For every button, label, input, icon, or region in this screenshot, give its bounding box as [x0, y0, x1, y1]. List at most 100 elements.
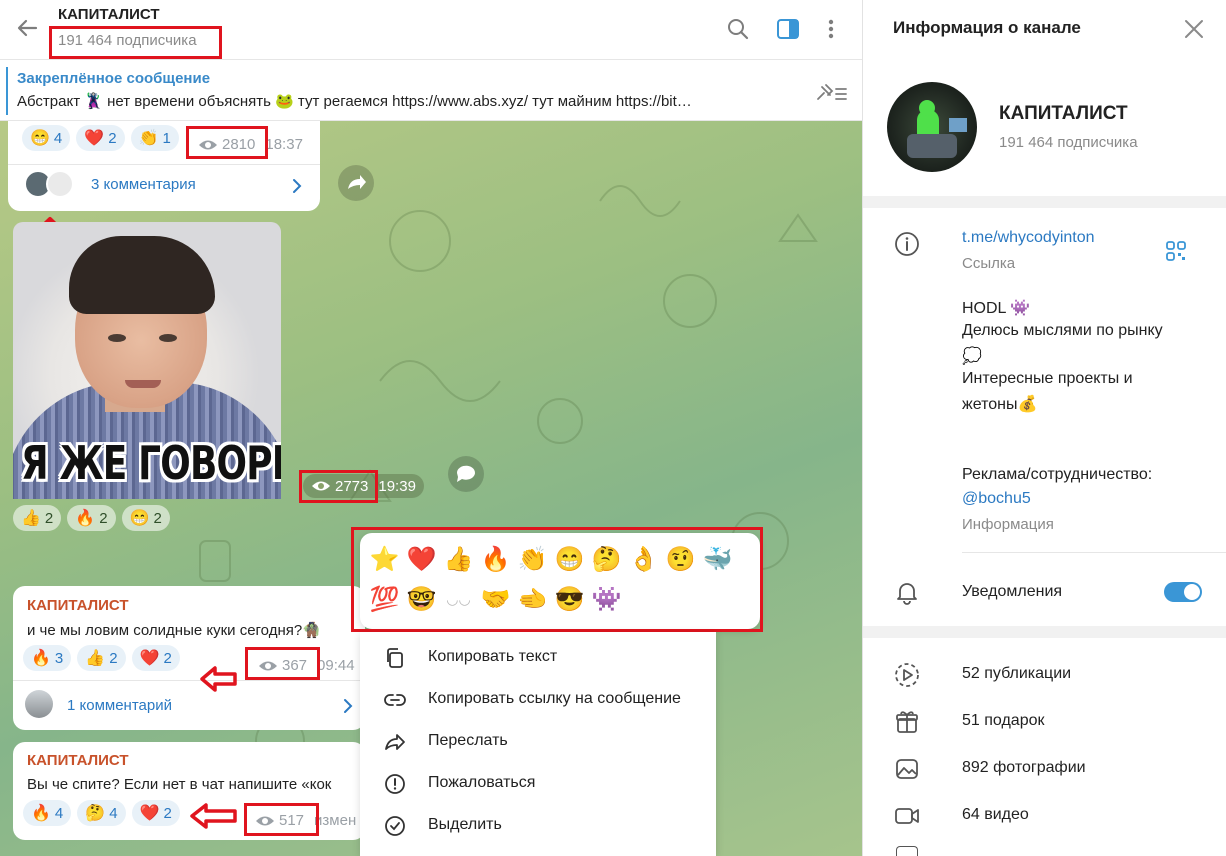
reaction-emoji: 🔥	[31, 650, 51, 667]
reaction-chip[interactable]: 🔥 2	[67, 505, 116, 531]
reactions-row: 😁 4 ❤️ 2 👏 1	[22, 125, 185, 151]
reaction-count: 4	[53, 129, 63, 147]
reaction-emoji: 👍	[85, 650, 106, 667]
message-sender[interactable]: КАПИТАЛИСТ	[27, 752, 129, 769]
reactions-row: 🔥 4 🤔 4 ❤️ 2	[23, 800, 186, 826]
reaction-emoji: ❤️	[139, 805, 160, 822]
highlight-box	[186, 126, 268, 159]
sticker[interactable]: Я ЖЕ ГОВОРИЛ	[13, 222, 281, 499]
message-bubble[interactable]: 😁 4 ❤️ 2 👏 1 2810 18:37 3 комментария	[8, 121, 320, 211]
chat-title[interactable]: КАПИТАЛИСТ	[58, 6, 160, 23]
description-line: HODL 👾	[962, 300, 1031, 317]
reaction-chip[interactable]: 🤔 4	[77, 800, 126, 826]
reaction-count: 2	[108, 129, 117, 147]
chevron-right-icon[interactable]	[341, 697, 355, 715]
menu-item-select[interactable]: Выделить	[360, 806, 716, 848]
reaction-emoji: 🤔	[85, 805, 106, 822]
menu-item-copy-link[interactable]: Копировать ссылку на сообщение	[360, 680, 716, 722]
menu-item-copy-text[interactable]: Копировать текст	[360, 638, 716, 680]
stat-videos[interactable]: 64 видео	[962, 806, 1029, 824]
share-icon	[348, 175, 366, 189]
section-separator	[863, 626, 1226, 638]
channel-subscribers: 191 464 подписчика	[999, 134, 1138, 151]
search-icon[interactable]	[725, 16, 751, 42]
menu-item-forward[interactable]: Переслать	[360, 722, 716, 764]
sticker-eye	[108, 334, 126, 342]
message-time: 09:44	[317, 657, 355, 674]
reaction-count: 2	[153, 509, 162, 527]
highlight-box	[245, 647, 320, 680]
annotation-arrow-left-icon	[190, 803, 237, 829]
sticker-mouth	[125, 380, 161, 388]
publications-icon	[895, 663, 919, 687]
reaction-count: 2	[109, 649, 118, 667]
stat-photos[interactable]: 892 фотографии	[962, 759, 1086, 777]
reaction-chip[interactable]: ❤️ 2	[76, 125, 125, 151]
stat-publications[interactable]: 52 публикации	[962, 665, 1071, 683]
avatar	[25, 690, 53, 718]
reaction-chip[interactable]: 😁 4	[22, 125, 71, 151]
reaction-count: 4	[109, 804, 118, 822]
report-icon	[385, 774, 405, 794]
channel-link[interactable]: t.me/whycodyinton	[962, 229, 1095, 247]
description-label: Информация	[962, 516, 1054, 533]
stat-gifts[interactable]: 51 подарок	[962, 712, 1044, 730]
reaction-count: 4	[54, 804, 64, 822]
avatar-screen	[949, 118, 967, 132]
description-line: Делюсь мыслями по рынку	[962, 322, 1163, 339]
sticker-caption: Я ЖЕ ГОВОРИЛ	[21, 436, 281, 490]
pinned-indicator	[6, 67, 8, 115]
photo-icon	[896, 759, 918, 779]
menu-item-label: Пожаловаться	[428, 774, 536, 791]
reaction-chip[interactable]: 🔥 4	[23, 800, 72, 826]
reaction-count: 2	[163, 804, 172, 822]
video-icon	[895, 808, 919, 824]
reaction-chip[interactable]: 👍 2	[13, 505, 62, 531]
reactions-row: 🔥 3 👍 2 ❤️ 2	[23, 645, 186, 671]
comment-button[interactable]	[448, 456, 484, 492]
reaction-emoji: ❤️	[139, 650, 160, 667]
comments-link[interactable]: 1 комментарий	[67, 697, 172, 714]
reaction-chip[interactable]: 👍 2	[77, 645, 126, 671]
notifications-toggle[interactable]	[1164, 582, 1202, 602]
chevron-right-icon[interactable]	[290, 177, 304, 195]
reaction-chip[interactable]: ❤️ 2	[131, 645, 180, 671]
description-line: жетоны💰	[962, 396, 1038, 413]
avatar-seat	[907, 134, 957, 158]
reaction-emoji: 🔥	[31, 805, 51, 822]
section-divider	[962, 552, 1226, 553]
channel-name: КАПИТАЛИСТ	[999, 103, 1128, 124]
pinned-list-icon[interactable]	[814, 81, 848, 105]
reaction-chip[interactable]: ❤️ 2	[131, 800, 180, 826]
qr-code-icon[interactable]	[1164, 239, 1188, 263]
chat-header: КАПИТАЛИСТ 191 464 подписчика	[0, 0, 862, 60]
description-line: 💭	[962, 348, 982, 365]
commenter-avatars	[24, 170, 80, 200]
pinned-text: Абстракт 🦹 нет времени объяснять 🐸 тут р…	[17, 93, 692, 110]
description-link[interactable]: @bochu5	[962, 490, 1031, 508]
comments-link[interactable]: 3 комментария	[91, 176, 196, 193]
more-icon[interactable]	[818, 16, 844, 42]
message-text: и че мы ловим солидные куки сегодня?🧌	[27, 622, 321, 639]
avatar	[46, 170, 74, 198]
section-separator	[863, 196, 1226, 208]
reaction-chip[interactable]: 👏 1	[130, 125, 179, 151]
chat-column: КАПИТАЛИСТ 191 464 подписчика Закреплённ…	[0, 0, 862, 856]
notifications-label: Уведомления	[962, 583, 1063, 600]
message-time: измен	[314, 812, 357, 829]
close-icon[interactable]	[1181, 16, 1207, 42]
back-arrow-icon[interactable]	[14, 14, 42, 42]
sticker-hair	[69, 236, 215, 314]
share-button[interactable]	[338, 165, 374, 201]
channel-avatar[interactable]	[887, 82, 977, 172]
reaction-chip[interactable]: 😁 2	[121, 505, 170, 531]
message-sender[interactable]: КАПИТАЛИСТ	[27, 597, 129, 614]
select-icon	[385, 816, 405, 836]
message-text: Вы че спите? Если нет в чат напишите «ко…	[27, 776, 332, 793]
pinned-message[interactable]: Закреплённое сообщение Абстракт 🦹 нет вр…	[0, 61, 862, 121]
menu-item-report[interactable]: Пожаловаться	[360, 764, 716, 806]
reaction-count: 2	[44, 509, 54, 527]
avatar-head	[919, 100, 935, 116]
sidebar-toggle-icon[interactable]	[775, 16, 801, 42]
reaction-chip[interactable]: 🔥 3	[23, 645, 72, 671]
